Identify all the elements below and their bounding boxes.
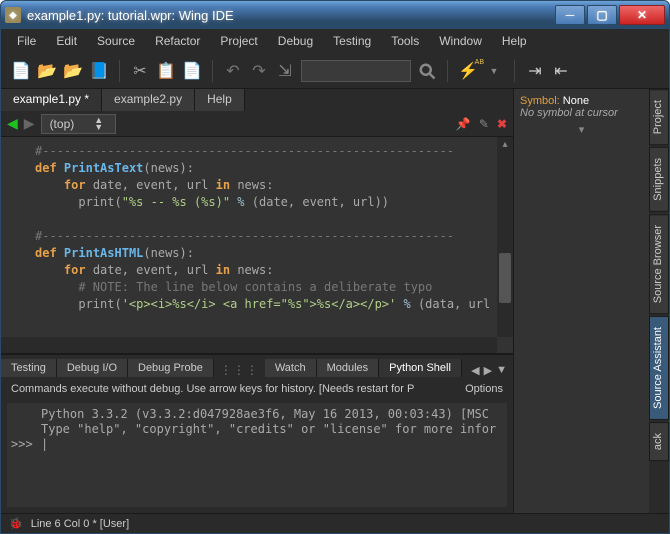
menu-testing[interactable]: Testing [325, 31, 379, 51]
titlebar: ◆ example1.py: tutorial.wpr: Wing IDE ─ … [1, 1, 669, 29]
redo-icon[interactable]: ↷ [249, 61, 269, 81]
vtab-project[interactable]: Project [649, 89, 669, 145]
shell-prompt: >>> [11, 437, 35, 452]
tab-testing[interactable]: Testing [1, 359, 57, 377]
editor-vscroll[interactable]: ▴ [497, 137, 513, 337]
tab-scroll-right-icon[interactable]: ▶ [484, 364, 492, 377]
symbol-sub: No symbol at cursor [520, 107, 643, 119]
code-area[interactable]: #---------------------------------------… [31, 137, 513, 353]
menu-help[interactable]: Help [494, 31, 535, 51]
search-icon[interactable] [417, 61, 437, 81]
wand-icon[interactable]: ✎ [479, 117, 489, 131]
indent-left-icon[interactable]: ⇤ [551, 61, 571, 81]
tab-debug-probe[interactable]: Debug Probe [128, 359, 214, 377]
menu-window[interactable]: Window [431, 31, 490, 51]
window-close-button[interactable]: ✕ [619, 5, 665, 25]
menu-refactor[interactable]: Refactor [147, 31, 208, 51]
tab-modules[interactable]: Modules [317, 359, 380, 377]
debug-config-icon[interactable]: ⇲ [275, 61, 295, 81]
copy-icon[interactable]: 📋 [156, 61, 176, 81]
symbol-label: Symbol: [520, 95, 563, 107]
nav-back-icon[interactable]: ◀ [7, 115, 18, 132]
panel-collapse-icon[interactable]: ▾ [520, 123, 643, 136]
tab-scroll-left-icon[interactable]: ◀ [471, 364, 479, 377]
window-title: example1.py: tutorial.wpr: Wing IDE [27, 8, 234, 23]
dropdown-icon[interactable]: ▼ [484, 61, 504, 81]
bug-icon[interactable]: 🐞 [9, 517, 23, 530]
tab-python-shell[interactable]: Python Shell [379, 359, 462, 377]
menu-tools[interactable]: Tools [383, 31, 427, 51]
close-editor-icon[interactable]: ✖ [497, 117, 507, 131]
scope-arrows-icon: ▲▼ [94, 117, 103, 131]
editor-tab-example2[interactable]: example2.py [102, 89, 195, 111]
bottom-tabs: Testing Debug I/O Debug Probe ⋮⋮⋮ Watch … [1, 355, 513, 377]
tab-grip-icon[interactable]: ⋮⋮⋮ [214, 363, 265, 377]
editor-tab-example1[interactable]: example1.py * [1, 89, 102, 111]
minimize-button[interactable]: ─ [555, 5, 585, 25]
menubar: File Edit Source Refactor Project Debug … [1, 29, 669, 53]
open-folder2-icon[interactable]: 📂 [63, 61, 83, 81]
pin-icon[interactable]: 📌 [456, 117, 471, 131]
editor-tabs: example1.py * example2.py Help [1, 89, 513, 111]
indent-right-icon[interactable]: ⇥ [525, 61, 545, 81]
vtab-snippets[interactable]: Snippets [649, 147, 669, 212]
vtab-source-browser[interactable]: Source Browser [649, 214, 669, 314]
tab-debug-io[interactable]: Debug I/O [57, 359, 128, 377]
python-shell[interactable]: >>> Python 3.3.2 (v3.3.2:d047928ae3f6, M… [7, 403, 507, 507]
menu-source[interactable]: Source [89, 31, 143, 51]
editor-tab-help[interactable]: Help [195, 89, 245, 111]
editor-gutter [1, 137, 31, 353]
app-icon: ◆ [5, 7, 21, 23]
tab-scroll-down-icon[interactable]: ▼ [496, 364, 507, 377]
save-icon[interactable]: 📘 [89, 61, 109, 81]
search-input[interactable] [301, 60, 411, 82]
tab-watch[interactable]: Watch [265, 359, 317, 377]
scope-label: (top) [50, 117, 75, 131]
undo-icon[interactable]: ↶ [223, 61, 243, 81]
shell-options-link[interactable]: Options [465, 383, 503, 395]
menu-edit[interactable]: Edit [48, 31, 85, 51]
scope-selector[interactable]: (top) ▲▼ [41, 114, 117, 134]
shell-info-text: Commands execute without debug. Use arro… [11, 383, 414, 395]
vtab-source-assistant[interactable]: Source Assistant [649, 316, 669, 420]
editor-hscroll[interactable] [1, 337, 497, 353]
open-folder-icon[interactable]: 📂 [37, 61, 57, 81]
batch-search-icon[interactable]: ⚡ [458, 61, 478, 81]
toolbar: 📄 📂 📂 📘 ✂ 📋 📄 ↶ ↷ ⇲ ⚡ ▼ ⇥ ⇤ [1, 53, 669, 89]
source-assistant-panel: Symbol: None No symbol at cursor ▾ [514, 89, 649, 513]
cut-icon[interactable]: ✂ [130, 61, 150, 81]
symbol-value: None [563, 95, 589, 107]
menu-file[interactable]: File [9, 31, 44, 51]
statusbar: 🐞 Line 6 Col 0 * [User] [1, 513, 669, 533]
paste-icon[interactable]: 📄 [182, 61, 202, 81]
status-text: Line 6 Col 0 * [User] [31, 518, 129, 530]
maximize-button[interactable]: ▢ [587, 5, 617, 25]
new-file-icon[interactable]: 📄 [11, 61, 31, 81]
vtab-ack[interactable]: ack [649, 422, 669, 461]
menu-debug[interactable]: Debug [270, 31, 321, 51]
menu-project[interactable]: Project [212, 31, 265, 51]
nav-forward-icon[interactable]: ▶ [24, 115, 35, 132]
editor[interactable]: #---------------------------------------… [1, 137, 513, 353]
